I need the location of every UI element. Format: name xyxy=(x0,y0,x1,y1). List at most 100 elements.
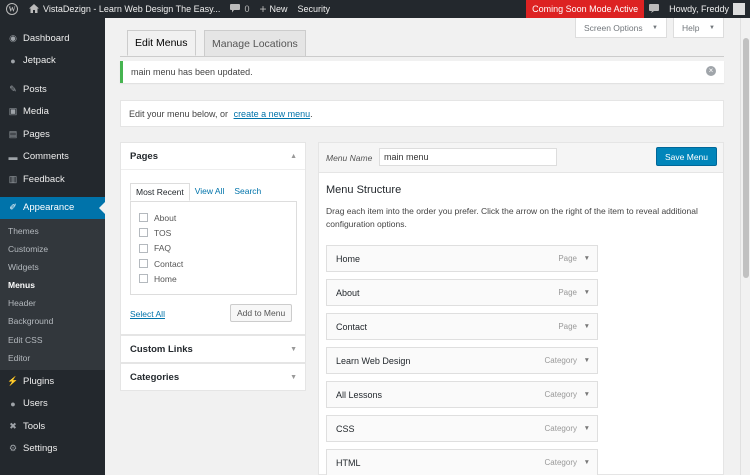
notification-link[interactable] xyxy=(644,0,664,18)
add-to-menu-button[interactable]: Add to Menu xyxy=(230,304,293,322)
expand-arrow-icon[interactable]: ▼ xyxy=(584,459,590,466)
page-label: TOS xyxy=(154,227,172,238)
expand-arrow-icon[interactable]: ▼ xyxy=(584,357,590,364)
checkbox[interactable] xyxy=(139,274,148,284)
checkbox[interactable] xyxy=(139,213,148,223)
sidebar-item-pages[interactable]: ▤ Pages xyxy=(0,123,105,146)
comments-count: 0 xyxy=(244,4,250,14)
menu-item-all-lessons[interactable]: All Lessons Category ▼ xyxy=(326,381,598,408)
list-item[interactable]: TOS xyxy=(139,225,296,240)
tab-search[interactable]: Search xyxy=(229,183,266,201)
menu-name-label: Menu Name xyxy=(326,153,373,163)
sidebar-item-jetpack[interactable]: ● Jetpack xyxy=(0,50,105,73)
collapse-arrow-icon[interactable]: ▲ xyxy=(290,153,297,160)
expand-arrow-icon[interactable]: ▼ xyxy=(290,346,297,353)
expand-arrow-icon[interactable]: ▼ xyxy=(584,255,590,262)
page-label: FAQ xyxy=(154,243,172,254)
menu-item-type: Page xyxy=(558,288,577,297)
submenu-item-header[interactable]: Header xyxy=(0,294,105,312)
submenu-item-edit-css[interactable]: Edit CSS xyxy=(0,331,105,349)
page-label: About xyxy=(154,212,177,223)
menu-item-type: Category xyxy=(544,390,577,399)
pages-accordion: Pages ▲ Most Recent View All Search Abou… xyxy=(120,142,306,335)
custom-links-header[interactable]: Custom Links ▼ xyxy=(121,336,305,363)
scrollbar-thumb[interactable] xyxy=(743,38,749,278)
checkbox[interactable] xyxy=(139,228,148,238)
list-item[interactable]: FAQ xyxy=(139,241,296,256)
new-content-link[interactable]: + New xyxy=(254,0,292,18)
submenu-item-widgets[interactable]: Widgets xyxy=(0,258,105,276)
menu-item-contact[interactable]: Contact Page ▼ xyxy=(326,313,598,340)
page-scrollbar[interactable] xyxy=(740,18,750,475)
list-item[interactable]: Home xyxy=(139,271,296,286)
expand-arrow-icon[interactable]: ▼ xyxy=(584,391,590,398)
menu-item-html[interactable]: HTML Category ▼ xyxy=(326,449,598,475)
sidebar-item-users[interactable]: ● Users xyxy=(0,392,105,415)
caret-down-icon: ▼ xyxy=(652,24,658,31)
expand-arrow-icon[interactable]: ▼ xyxy=(290,374,297,381)
menu-item-about[interactable]: About Page ▼ xyxy=(326,279,598,306)
updated-notice: main menu has been updated. × xyxy=(120,61,724,83)
comments-link[interactable]: 0 xyxy=(225,0,254,18)
submenu-item-menus[interactable]: Menus xyxy=(0,276,105,294)
comments-icon: ▬ xyxy=(8,151,18,162)
sidebar-item-tools[interactable]: ✖ Tools xyxy=(0,415,105,438)
sidebar-item-plugins[interactable]: ⚡ Plugins xyxy=(0,370,105,393)
coming-soon-badge[interactable]: Coming Soon Mode Active xyxy=(526,0,645,18)
manage-menus-box: Edit your menu below, or create a new me… xyxy=(120,100,724,127)
sidebar-item-media[interactable]: ▣ Media xyxy=(0,101,105,124)
appearance-submenu: Themes Customize Widgets Menus Header Ba… xyxy=(0,219,105,370)
dismiss-icon[interactable]: × xyxy=(706,66,716,76)
expand-arrow-icon[interactable]: ▼ xyxy=(584,425,590,432)
menu-item-type: Category xyxy=(544,458,577,467)
help-button[interactable]: Help ▼ xyxy=(673,18,724,38)
tab-view-all[interactable]: View All xyxy=(190,183,230,201)
new-label: New xyxy=(269,4,288,14)
screen-options-button[interactable]: Screen Options ▼ xyxy=(575,18,667,38)
select-all-link[interactable]: Select All xyxy=(130,309,165,319)
menu-structure-title: Menu Structure xyxy=(326,184,402,196)
user-account-link[interactable]: Howdy, Freddy xyxy=(664,0,750,18)
save-menu-button[interactable]: Save Menu xyxy=(656,147,717,166)
security-link[interactable]: Security xyxy=(292,0,335,18)
sidebar-item-label: Posts xyxy=(23,83,47,95)
submenu-item-editor[interactable]: Editor xyxy=(0,349,105,367)
sidebar-item-feedback[interactable]: ▥ Feedback xyxy=(0,168,105,191)
sidebar-item-posts[interactable]: ✎ Posts xyxy=(0,78,105,101)
menu-item-home[interactable]: Home Page ▼ xyxy=(326,245,598,272)
sidebar-item-settings[interactable]: ⚙ Settings xyxy=(0,437,105,460)
submenu-item-customize[interactable]: Customize xyxy=(0,240,105,258)
tab-divider xyxy=(120,56,724,57)
menu-item-type: Page xyxy=(558,322,577,331)
pages-tabs: Most Recent View All Search xyxy=(130,183,266,201)
categories-accordion[interactable]: Categories ▼ xyxy=(120,363,306,391)
create-new-menu-link[interactable]: create a new menu xyxy=(234,109,311,119)
tab-manage-locations[interactable]: Manage Locations xyxy=(204,30,306,56)
checkbox[interactable] xyxy=(139,259,148,269)
menu-item-css[interactable]: CSS Category ▼ xyxy=(326,415,598,442)
wordpress-logo-icon[interactable]: W xyxy=(0,0,24,18)
categories-header[interactable]: Categories ▼ xyxy=(121,364,305,391)
expand-arrow-icon[interactable]: ▼ xyxy=(584,323,590,330)
expand-arrow-icon[interactable]: ▼ xyxy=(584,289,590,296)
submenu-item-themes[interactable]: Themes xyxy=(0,222,105,240)
sidebar-item-label: Appearance xyxy=(23,202,75,214)
list-item[interactable]: Contact xyxy=(139,256,296,271)
brush-icon: ✐ xyxy=(9,202,17,213)
screen-options-label: Screen Options xyxy=(584,22,643,33)
list-item[interactable]: About xyxy=(139,210,296,225)
sidebar-item-dashboard[interactable]: ◉ Dashboard xyxy=(0,27,105,50)
menu-item-learn-web-design[interactable]: Learn Web Design Category ▼ xyxy=(326,347,598,374)
submenu-item-background[interactable]: Background xyxy=(0,312,105,330)
admin-sidebar: ◉ Dashboard ● Jetpack ✎ Posts ▣ Media ▤ … xyxy=(0,18,105,475)
tab-most-recent[interactable]: Most Recent xyxy=(130,183,190,201)
checkbox[interactable] xyxy=(139,243,148,253)
site-name-link[interactable]: VistaDezign - Learn Web Design The Easy.… xyxy=(24,0,225,18)
sidebar-item-appearance[interactable]: ✐ Appearance xyxy=(0,196,105,219)
pages-accordion-header[interactable]: Pages ▲ xyxy=(121,143,305,170)
menu-name-input[interactable]: main menu xyxy=(379,148,557,166)
tab-edit-menus[interactable]: Edit Menus xyxy=(127,30,196,56)
sidebar-item-comments[interactable]: ▬ Comments xyxy=(0,146,105,169)
avatar xyxy=(733,3,745,15)
custom-links-accordion[interactable]: Custom Links ▼ xyxy=(120,335,306,363)
